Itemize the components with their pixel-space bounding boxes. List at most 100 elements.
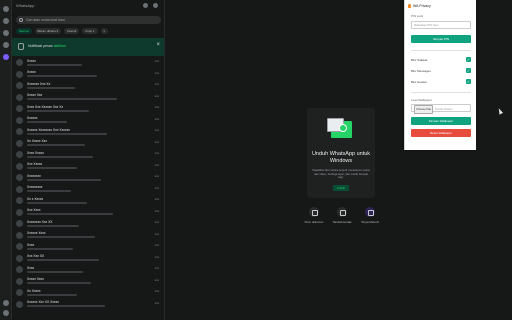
chat-time: xxx <box>154 231 159 236</box>
document-icon <box>309 207 319 217</box>
filter-all[interactable]: Semua <box>16 28 32 34</box>
action-label: Tambah kontak <box>332 220 352 224</box>
chat-preview-blurred <box>27 121 67 123</box>
chat-list-item[interactable]: Xxxxxx xxx <box>12 115 164 127</box>
chats-icon[interactable] <box>3 6 9 12</box>
chat-time: xxx <box>154 59 159 63</box>
chat-time: xxx <box>154 116 159 121</box>
chat-list-item[interactable]: Xxxxxxxx xxx <box>12 172 164 184</box>
avatar <box>16 93 23 101</box>
avatar <box>16 289 23 296</box>
chat-list-item[interactable]: Xxxxx xxx <box>12 69 164 81</box>
filter-groups[interactable]: Grup 1 <box>82 28 98 34</box>
chat-name: Xxxx <box>27 242 35 247</box>
settings-icon[interactable] <box>3 300 9 306</box>
chat-list-item[interactable]: Xxxxx Xxxx xxx <box>12 276 164 288</box>
search-input[interactable]: Cari atau mulai chat baru <box>16 16 161 24</box>
new-chat-icon[interactable] <box>143 3 148 8</box>
download-title: Unduh WhatsApp untuk Windows <box>311 151 371 164</box>
filter-unread[interactable]: Belum dibaca 3 <box>34 28 62 34</box>
chat-time: xxx <box>154 289 159 293</box>
chat-list-item[interactable]: Xxxx Xxxxx xxx <box>12 149 164 161</box>
chat-name: Xxxxx <box>27 58 36 63</box>
send-document-action[interactable]: Kirim dokumen <box>304 207 324 224</box>
wallpaper-file-input[interactable]: Choose File No file chosen <box>411 104 471 114</box>
chat-list-item[interactable]: Xxxxxx Xxxxxxxx Xxx Xxxxxx xxx <box>12 126 164 138</box>
notification-banner[interactable]: Notifikasi pesan aktifkan × <box>12 38 164 56</box>
chat-list-item[interactable]: Xxx Xxxx xxx <box>12 207 164 219</box>
chat-preview-blurred <box>27 293 77 296</box>
chat-name: Xxx Xxxxx <box>27 162 43 166</box>
pin-label: PIN Lock <box>411 14 424 18</box>
blur-header-checkbox[interactable]: ✓ <box>466 79 471 84</box>
choose-file-button[interactable]: Choose File <box>414 105 433 114</box>
meta-ai-ring-icon <box>365 207 375 217</box>
blur-messages-option[interactable]: Blur Messages ✓ <box>411 68 471 73</box>
reset-wallpaper-button[interactable]: Reset Wallpaper <box>411 129 471 137</box>
chat-list-item[interactable]: Xxxxx xxx <box>12 57 164 69</box>
search-placeholder: Cari atau mulai chat baru <box>26 18 66 22</box>
filter-more[interactable]: v <box>100 28 109 34</box>
bell-off-icon <box>18 43 24 50</box>
meta-ai-icon[interactable] <box>3 54 9 60</box>
chat-name: Xx Xxxxx <box>27 288 41 293</box>
chat-preview-blurred <box>27 155 93 158</box>
chat-list-item[interactable]: Xxx Xxxxx xxx <box>12 161 164 173</box>
download-button[interactable]: Unduh <box>333 185 349 191</box>
action-label: Tanya Meta AI <box>361 220 379 224</box>
chat-list-item[interactable]: Xxxxxx Xxx XX Xxxxx xxx <box>12 299 164 311</box>
chat-list-item[interactable]: Xx x Xxxxx xxx <box>12 195 164 207</box>
chat-list-item[interactable]: Xxxxx Xxx xxx <box>12 92 164 104</box>
flame-icon <box>408 4 411 8</box>
chat-list-item[interactable]: Xxxxxxxx Xxx XX xxx <box>12 218 164 230</box>
chat-list-item[interactable]: Xxxxxx Xxxx xxx <box>12 230 164 242</box>
status-icon[interactable] <box>3 18 9 24</box>
avatar <box>16 151 23 158</box>
chat-preview-blurred <box>27 247 73 250</box>
save-wallpaper-button[interactable]: Simpan Wallpaper <box>411 117 471 125</box>
divider <box>411 50 471 51</box>
chat-name: Xxxxx Xxx <box>27 93 43 97</box>
blur-sidebar-checkbox[interactable]: ✓ <box>466 57 471 62</box>
chat-list-item[interactable]: Xx Xxxxx Xxx xxx <box>12 138 164 150</box>
chat-time: xxx <box>154 243 159 247</box>
ask-meta-ai-action[interactable]: Tanya Meta AI <box>360 207 380 224</box>
save-pin-button[interactable]: Simpan PIN <box>411 35 471 43</box>
chat-name: Xxxxxxx Xxx Xx <box>27 81 51 86</box>
avatar <box>16 185 23 193</box>
filter-favorites[interactable]: Favorit <box>64 28 80 34</box>
blur-sidebar-option[interactable]: Blur Sidebar ✓ <box>411 57 471 62</box>
profile-avatar[interactable] <box>3 310 9 316</box>
avatar <box>16 220 23 227</box>
add-contact-action[interactable]: Tambah kontak <box>332 207 352 224</box>
add-contact-icon <box>337 207 347 217</box>
chat-time: xxx <box>154 300 159 305</box>
avatar <box>16 254 23 262</box>
blur-messages-checkbox[interactable]: ✓ <box>466 68 471 73</box>
avatar <box>16 243 23 250</box>
notification-enable-link[interactable]: aktifkan <box>54 44 66 48</box>
chat-list-item[interactable]: Xxxxxxx Xxx Xx xxx <box>12 80 164 92</box>
channels-icon[interactable] <box>3 30 9 36</box>
blur-header-option[interactable]: Blur Header ✓ <box>411 79 471 84</box>
avatar <box>16 300 23 308</box>
avatar <box>16 116 23 124</box>
chat-list-item[interactable]: Xxxx Xxx Xxxxxx Xxx Xx xxx <box>12 103 164 115</box>
communities-icon[interactable] <box>3 42 9 48</box>
left-nav-rail <box>0 0 12 320</box>
chat-list-item[interactable]: Xxxx xxx <box>12 241 164 253</box>
chat-time: xxx <box>154 185 159 190</box>
pin-input[interactable]: Masukkan PIN baru <box>411 21 471 29</box>
chat-list-item[interactable]: Xxxx xxx <box>12 264 164 276</box>
chat-name: Xxx Xxxx <box>27 208 41 212</box>
filter-chips: Semua Belum dibaca 3 Favorit Grup 1 v <box>16 28 109 34</box>
chat-list-item[interactable]: Xxxxxxxxx xxx <box>12 184 164 196</box>
chat-name: Xxxxx <box>27 70 36 74</box>
close-icon[interactable]: × <box>156 42 160 48</box>
menu-icon[interactable] <box>153 3 158 8</box>
chat-list-item[interactable]: Xxx Xxx XX xxx <box>12 253 164 265</box>
avatar <box>16 197 23 204</box>
chat-preview-blurred <box>27 98 117 100</box>
chat-list-item[interactable]: Xx Xxxxx xxx <box>12 287 164 299</box>
chat-list: Xxxxx xxx Xxxxx xxx Xxxxxxx Xxx Xx xxx Xxxxx X… <box>12 57 164 311</box>
